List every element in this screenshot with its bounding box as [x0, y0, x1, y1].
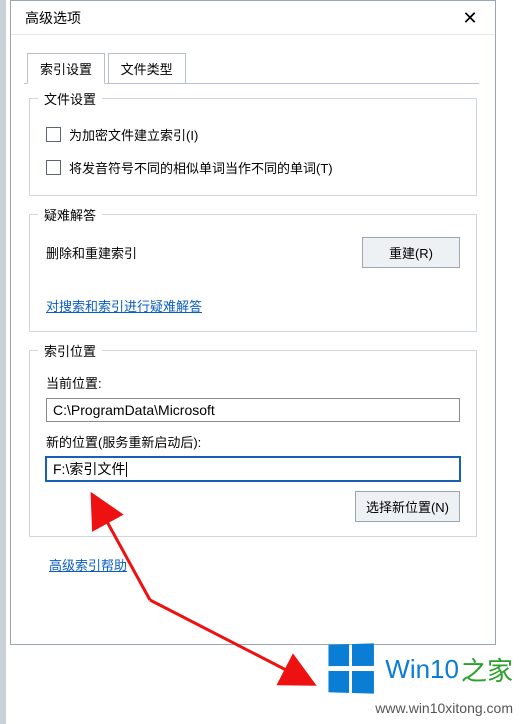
label-rebuild-desc: 删除和重建索引 [46, 243, 137, 262]
legend-file-settings: 文件设置 [38, 89, 102, 108]
group-file-settings: 文件设置 为加密文件建立索引(I) 将发音符号不同的相似单词当作不同的单词(T) [29, 98, 477, 196]
left-edge-strip [0, 0, 6, 724]
checkbox-icon[interactable] [46, 160, 61, 175]
watermark-url: www.win10xitong.com [375, 700, 513, 716]
troubleshoot-link[interactable]: 对搜索和索引进行疑难解答 [46, 299, 202, 314]
legend-index-location: 索引位置 [38, 341, 102, 360]
rebuild-button[interactable]: 重建(R) [362, 237, 460, 268]
window-title: 高级选项 [25, 8, 455, 28]
tab-file-types[interactable]: 文件类型 [108, 53, 186, 84]
advanced-help-link[interactable]: 高级索引帮助 [49, 558, 127, 573]
watermark-brand-1: Win10 [385, 654, 459, 685]
watermark-brand-2: 之家 [461, 651, 513, 688]
windows-logo-icon [329, 643, 378, 695]
legend-troubleshoot: 疑难解答 [38, 205, 102, 224]
row-diacritics[interactable]: 将发音符号不同的相似单词当作不同的单词(T) [46, 158, 460, 177]
label-new-location: 新的位置(服务重新启动后): [46, 432, 460, 451]
group-troubleshoot: 疑难解答 删除和重建索引 重建(R) 对搜索和索引进行疑难解答 [29, 214, 477, 332]
close-icon[interactable]: ✕ [455, 9, 485, 27]
browse-location-button[interactable]: 选择新位置(N) [355, 491, 460, 522]
advanced-options-dialog: 高级选项 ✕ 索引设置 文件类型 文件设置 为加密文件建立索引(I) 将发音符号… [10, 0, 496, 645]
label-diacritics: 将发音符号不同的相似单词当作不同的单词(T) [69, 158, 333, 177]
title-bar: 高级选项 ✕ [11, 1, 495, 35]
new-location-value: F:\索引文件 [53, 459, 125, 479]
tab-index-settings[interactable]: 索引设置 [27, 53, 105, 84]
new-location-input[interactable]: F:\索引文件 [46, 457, 460, 481]
group-index-location: 索引位置 当前位置: C:\ProgramData\Microsoft 新的位置… [29, 350, 477, 537]
row-index-encrypted[interactable]: 为加密文件建立索引(I) [46, 125, 460, 144]
current-location-field: C:\ProgramData\Microsoft [46, 398, 460, 422]
current-location-value: C:\ProgramData\Microsoft [53, 402, 215, 418]
text-caret [126, 462, 127, 477]
label-index-encrypted: 为加密文件建立索引(I) [69, 125, 198, 144]
dialog-body: 文件设置 为加密文件建立索引(I) 将发音符号不同的相似单词当作不同的单词(T)… [11, 84, 495, 582]
checkbox-icon[interactable] [46, 127, 61, 142]
label-current-location: 当前位置: [46, 373, 460, 392]
watermark-logo: Win10 之家 [327, 644, 513, 694]
tab-strip: 索引设置 文件类型 [27, 53, 495, 84]
